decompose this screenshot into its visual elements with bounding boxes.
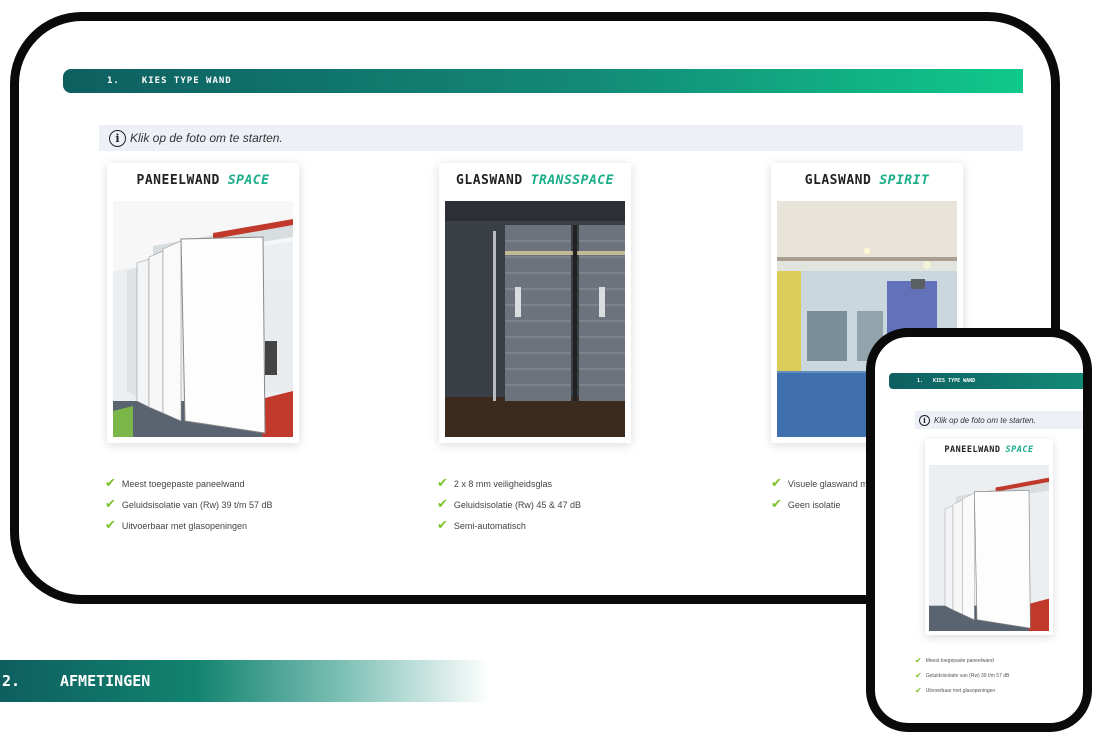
features-paneelwand: ✔ Meest toegepaste paneelwand ✔ Geluidsiso… xyxy=(915,653,1009,698)
card-title-main: GLASWAND xyxy=(456,172,523,188)
card-title-main: PANEELWAND xyxy=(136,172,220,188)
section-label: AFMETINGEN xyxy=(60,672,151,690)
card-title: GLASWAND SPIRIT xyxy=(771,163,963,197)
check-icon: ✔ xyxy=(105,476,116,491)
card-title-accent: TRANSSPACE xyxy=(530,172,614,188)
features-glaswand-spirit: ✔ Visuele glaswand m ✔ Geen isolatie xyxy=(771,473,868,515)
card-title-accent: SPIRIT xyxy=(879,172,930,188)
step-bar-kies-type-wand: 1. KIES TYPE WAND xyxy=(889,373,1083,389)
section-bar-afmetingen: 2. AFMETINGEN xyxy=(0,660,490,702)
feature-text: Visuele glaswand m xyxy=(787,478,868,489)
card-paneelwand-space[interactable]: PANEELWAND SPACE xyxy=(925,439,1053,635)
list-item: ✔ Geluidsisolatie (Rw) 45 & 47 dB xyxy=(437,494,581,515)
list-item: ✔ Meest toegepaste paneelwand xyxy=(105,473,272,494)
check-icon: ✔ xyxy=(771,476,782,491)
feature-text: Meest toegepaste paneelwand xyxy=(121,478,245,489)
hint-banner: i Klik op de foto om te starten. xyxy=(915,411,1083,429)
glaswand-transspace-photo[interactable] xyxy=(445,201,625,437)
features-paneelwand: ✔ Meest toegepaste paneelwand ✔ Geluidsiso… xyxy=(105,473,272,536)
info-icon: i xyxy=(109,129,126,147)
check-icon: ✔ xyxy=(437,518,448,533)
card-paneelwand-space[interactable]: PANEELWAND SPACE xyxy=(107,163,299,443)
section-number: 2. xyxy=(2,672,21,690)
feature-text: Semi-automatisch xyxy=(453,520,526,531)
step-number: 1. xyxy=(107,76,120,86)
list-item: ✔ Geen isolatie xyxy=(771,494,868,515)
list-item: ✔ Visuele glaswand m xyxy=(771,473,868,494)
list-item: ✔ Meest toegepaste paneelwand xyxy=(915,653,1009,668)
feature-text: 2 x 8 mm veiligheidsglas xyxy=(453,478,552,489)
list-item: ✔ Geluidsisolatie van (Rw) 39 t/m 57 dB xyxy=(105,494,272,515)
card-title-main: GLASWAND xyxy=(804,172,872,188)
list-item: ✔ Geluidsisolatie van (Rw) 39 t/m 57 dB xyxy=(915,668,1009,683)
paneelwand-photo[interactable] xyxy=(929,465,1049,631)
feature-text: Meest toegepaste paneelwand xyxy=(925,657,994,664)
card-title: PANEELWAND SPACE xyxy=(107,163,299,197)
feature-text: Geluidsisolatie van (Rw) 39 t/m 57 dB xyxy=(121,499,273,510)
card-title: GLASWAND TRANSSPACE xyxy=(439,163,631,197)
check-icon: ✔ xyxy=(437,497,448,512)
list-item: ✔ Semi-automatisch xyxy=(437,515,581,536)
hint-text: Klik op de foto om te starten. xyxy=(934,415,1036,425)
check-icon: ✔ xyxy=(915,686,922,695)
feature-text: Geluidsisolatie (Rw) 45 & 47 dB xyxy=(453,499,581,510)
hint-banner: i Klik op de foto om te starten. xyxy=(99,125,1023,151)
check-icon: ✔ xyxy=(771,497,782,512)
feature-text: Uitvoerbaar met glasopeningen xyxy=(925,687,996,694)
hint-text: Klik op de foto om te starten. xyxy=(130,131,283,145)
check-icon: ✔ xyxy=(105,497,116,512)
card-glaswand-transspace[interactable]: GLASWAND TRANSSPACE xyxy=(439,163,631,443)
info-icon: i xyxy=(919,414,930,426)
feature-text: Geen isolatie xyxy=(787,499,841,510)
mobile-frame: 1. KIES TYPE WAND i Klik op de foto om t… xyxy=(866,328,1092,732)
check-icon: ✔ xyxy=(105,518,116,533)
card-title-accent: SPACE xyxy=(1005,445,1034,455)
card-title: PANEELWAND SPACE xyxy=(925,439,1053,461)
list-item: ✔ Uitvoerbaar met glasopeningen xyxy=(915,683,1009,698)
list-item: ✔ Uitvoerbaar met glasopeningen xyxy=(105,515,272,536)
step-bar-kies-type-wand: 1. KIES TYPE WAND xyxy=(63,69,1023,93)
step-label: KIES TYPE WAND xyxy=(933,378,976,384)
step-label: KIES TYPE WAND xyxy=(141,76,232,86)
step-number: 1. xyxy=(917,378,924,384)
check-icon: ✔ xyxy=(915,656,922,665)
card-title-main: PANEELWAND xyxy=(944,445,1001,455)
features-glaswand-transspace: ✔ 2 x 8 mm veiligheidsglas ✔ Geluidsisolat… xyxy=(437,473,581,536)
check-icon: ✔ xyxy=(437,476,448,491)
card-title-accent: SPACE xyxy=(227,172,270,188)
paneelwand-photo[interactable] xyxy=(113,201,293,437)
feature-text: Geluidsisolatie van (Rw) 39 t/m 57 dB xyxy=(925,672,1010,679)
check-icon: ✔ xyxy=(915,671,922,680)
feature-text: Uitvoerbaar met glasopeningen xyxy=(121,520,247,531)
list-item: ✔ 2 x 8 mm veiligheidsglas xyxy=(437,473,581,494)
